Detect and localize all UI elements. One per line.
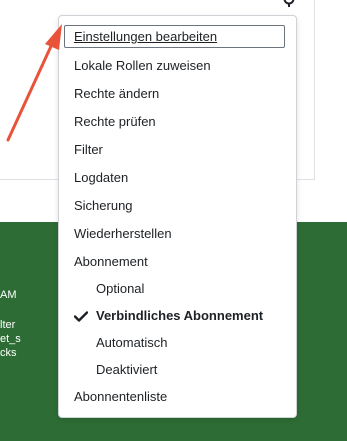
menu-item-label: Wiederherstellen bbox=[74, 226, 172, 241]
menu-item-subscription-header: Abonnement bbox=[59, 249, 296, 275]
menu-item-label: Logdaten bbox=[74, 170, 129, 185]
menu-item-subscription-auto[interactable]: Automatisch bbox=[59, 330, 296, 356]
menu-item-label: Deaktiviert bbox=[96, 362, 158, 377]
menu-item-change-permissions[interactable]: Rechte ändern bbox=[59, 81, 296, 107]
menu-item-assign-roles[interactable]: Lokale Rollen zuweisen bbox=[59, 53, 296, 79]
menu-item-label: Sicherung bbox=[74, 198, 133, 213]
menu-item-label: Rechte prüfen bbox=[74, 114, 156, 129]
screenshot-stage: AM lter et_s cks Einstellungen bearbeite… bbox=[0, 0, 347, 441]
menu-item-check-permissions[interactable]: Rechte prüfen bbox=[59, 109, 296, 135]
menu-item-label: Abonnement bbox=[74, 254, 148, 269]
menu-item-label: Lokale Rollen zuweisen bbox=[74, 58, 211, 73]
menu-item-label: Filter bbox=[74, 142, 103, 157]
menu-item-label: Verbindliches Abonnement bbox=[96, 308, 264, 323]
menu-item-subscription-disabled[interactable]: Deaktiviert bbox=[59, 357, 296, 383]
menu-item-label: Einstellungen bearbeiten bbox=[74, 29, 218, 44]
menu-item-filter[interactable]: Filter bbox=[59, 137, 296, 163]
menu-item-backup[interactable]: Sicherung bbox=[59, 193, 296, 219]
checkmark-icon bbox=[74, 311, 88, 322]
menu-item-restore[interactable]: Wiederherstellen bbox=[59, 221, 296, 247]
gear-icon[interactable] bbox=[281, 0, 297, 7]
menu-item-label: Abonnentenliste bbox=[74, 389, 168, 404]
menu-item-subscription-forced[interactable]: Verbindliches Abonnement bbox=[59, 303, 296, 329]
footer-text: et_s bbox=[0, 333, 21, 345]
footer-text: AM bbox=[0, 289, 17, 301]
course-admin-dropdown-menu: Einstellungen bearbeiten Lokale Rollen z… bbox=[58, 15, 297, 418]
menu-item-label: Automatisch bbox=[96, 335, 168, 350]
footer-text: cks bbox=[0, 347, 17, 359]
menu-item-label: Rechte ändern bbox=[74, 86, 160, 101]
menu-item-edit-settings[interactable]: Einstellungen bearbeiten bbox=[64, 25, 285, 48]
menu-item-subscription-optional[interactable]: Optional bbox=[59, 276, 296, 302]
menu-item-subscriber-list[interactable]: Abonnentenliste bbox=[59, 384, 296, 410]
menu-item-logs[interactable]: Logdaten bbox=[59, 165, 296, 191]
footer-text: lter bbox=[0, 319, 16, 331]
menu-item-label: Optional bbox=[96, 281, 145, 296]
